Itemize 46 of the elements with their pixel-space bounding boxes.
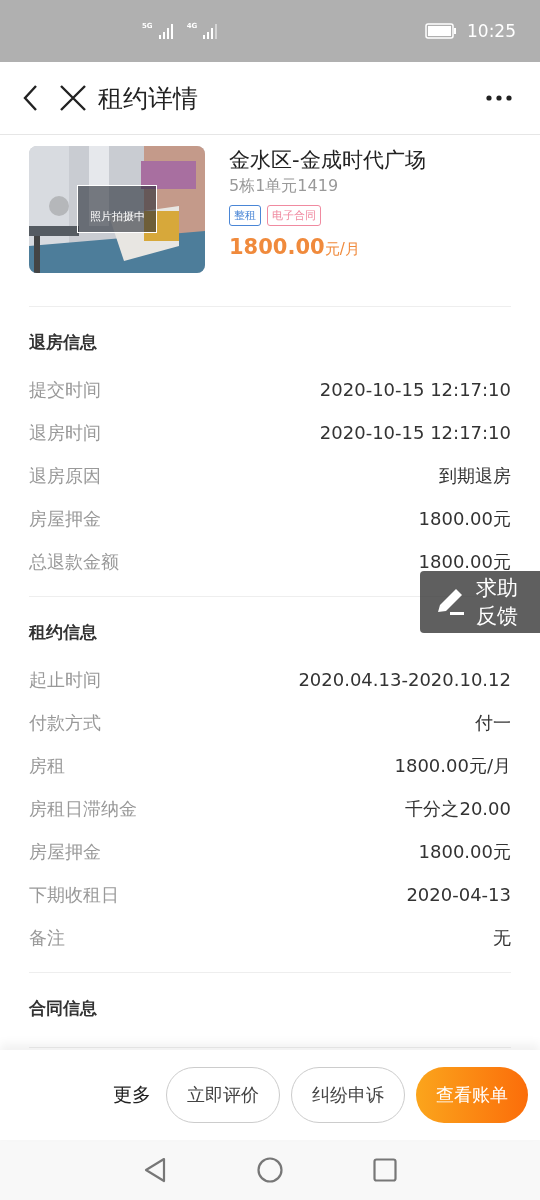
page-title: 租约详情 (98, 82, 198, 115)
feedback-button[interactable]: 求助 反馈 (420, 571, 540, 633)
section-title: 合同信息 (29, 997, 97, 1020)
field-label: 备注 (29, 926, 65, 950)
close-icon[interactable] (60, 85, 86, 111)
field-label: 房屋押金 (29, 840, 101, 864)
field-value: 2020-10-15 12:17:10 (319, 421, 511, 445)
field-value: 2020-04-13 (406, 883, 511, 907)
field-label: 房租 (29, 754, 65, 778)
field-label: 付款方式 (29, 711, 101, 735)
listing-name: 金水区-金成时代广场 (229, 147, 426, 174)
photo-placeholder-caption: 照片拍摄中 (77, 185, 157, 233)
field-value: 1800.00元 (418, 550, 511, 574)
back-icon[interactable] (22, 84, 38, 112)
section-title: 租约信息 (29, 621, 97, 644)
home-nav-icon[interactable] (257, 1157, 283, 1183)
tag: 整租 (229, 205, 261, 226)
action-button[interactable]: 立即评价 (166, 1067, 280, 1123)
field-label: 起止时间 (29, 668, 101, 692)
battery-icon (425, 23, 457, 39)
field-label: 总退款金额 (29, 550, 119, 574)
field-value: 2020-10-15 12:17:10 (319, 378, 511, 402)
rent-price: 1800.00元/月 (229, 235, 361, 259)
field-value: 千分之20.00 (405, 797, 511, 821)
field-label: 退房时间 (29, 421, 101, 445)
back-nav-icon[interactable] (143, 1157, 167, 1183)
field-label: 提交时间 (29, 378, 101, 402)
section-title: 退房信息 (29, 331, 97, 354)
unit-number: 5栋1单元1419 (229, 176, 340, 197)
more-icon[interactable] (486, 95, 512, 101)
field-value: 到期退房 (439, 464, 511, 488)
field-value: 1800.00元/月 (394, 754, 511, 778)
field-value: 无 (493, 926, 511, 950)
field-label: 下期收租日 (29, 883, 119, 907)
tag: 电子合同 (267, 205, 321, 226)
field-value: 2020.04.13-2020.10.12 (298, 668, 511, 692)
field-value: 1800.00元 (418, 840, 511, 864)
more-link[interactable]: 更多 (113, 1082, 151, 1108)
field-label: 房屋押金 (29, 507, 101, 531)
field-value: 付一 (475, 711, 511, 735)
field-label: 房租日滞纳金 (29, 797, 137, 821)
recents-nav-icon[interactable] (373, 1158, 397, 1182)
clock-time: 10:25 (467, 21, 516, 41)
action-button[interactable]: 纠纷申诉 (291, 1067, 405, 1123)
field-label: 退房原因 (29, 464, 101, 488)
field-value: 1800.00元 (418, 507, 511, 531)
